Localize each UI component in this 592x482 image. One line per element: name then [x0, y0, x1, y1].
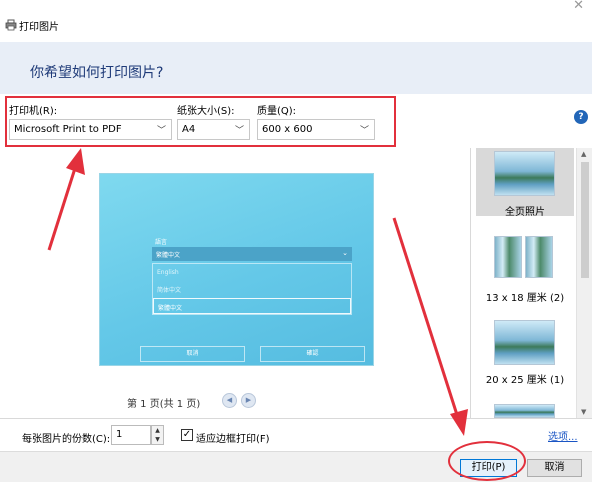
- dialog-header: 你希望如何打印图片?: [0, 42, 592, 94]
- preview-list-item: English: [157, 269, 179, 276]
- thumbnail-label: 全页照片: [505, 207, 545, 218]
- chevron-down-icon: ⌄: [342, 249, 348, 257]
- close-icon[interactable]: ✕: [573, 0, 584, 13]
- preview-language-list: English 简体中文 繁體中文: [152, 263, 352, 315]
- fit-to-frame-checkbox[interactable]: ✓: [181, 429, 193, 441]
- preview-cancel-button: 取消: [140, 346, 245, 362]
- thumbnail-label: 20 x 25 厘米 (1): [485, 375, 565, 386]
- preview-ok-button: 確認: [260, 346, 365, 362]
- preview-language-dropdown: 繁體中文 ⌄: [152, 247, 352, 261]
- cancel-button[interactable]: 取消: [527, 459, 582, 477]
- header-question: 你希望如何打印图片?: [30, 65, 164, 81]
- medium-photo-thumbnail[interactable]: [494, 320, 555, 365]
- thumbnail-label: 13 x 18 厘米 (2): [485, 293, 565, 304]
- increment-icon[interactable]: ▲: [152, 426, 163, 435]
- next-layout-thumbnail[interactable]: [494, 404, 555, 418]
- scroll-up-icon[interactable]: ▲: [581, 150, 586, 158]
- fit-to-frame-label: 适应边框打印(F): [196, 434, 270, 445]
- copies-input[interactable]: 1: [111, 425, 151, 445]
- full-page-photo-thumbnail[interactable]: [494, 151, 555, 196]
- thumbnail-scrollbar[interactable]: ▲ ▼: [576, 148, 592, 418]
- decrement-icon[interactable]: ▼: [152, 435, 163, 444]
- divider: [0, 418, 592, 419]
- scrollbar-thumb[interactable]: [581, 162, 589, 278]
- preview-language-label: 語言: [155, 239, 168, 246]
- small-photo-thumbnail[interactable]: [525, 236, 553, 278]
- annotation-circle: [448, 441, 526, 481]
- preview-dropdown-value: 繁體中文: [156, 252, 181, 259]
- scroll-down-icon[interactable]: ▼: [581, 408, 586, 416]
- printer-icon: [5, 19, 17, 31]
- previous-page-icon[interactable]: ◀: [222, 393, 237, 408]
- title-bar: 打印图片 ✕: [0, 0, 592, 42]
- copies-label: 每张图片的份数(C):: [22, 434, 111, 445]
- small-photo-thumbnail[interactable]: [494, 236, 522, 278]
- page-indicator: 第 1 页(共 1 页): [127, 399, 201, 410]
- copies-stepper[interactable]: ▲ ▼: [151, 425, 164, 445]
- options-link[interactable]: 选项...: [548, 428, 578, 443]
- next-page-icon[interactable]: ▶: [241, 393, 256, 408]
- print-preview-image: 語言 繁體中文 ⌄ English 简体中文 繁體中文 取消 確認: [99, 173, 374, 366]
- preview-list-item: 简体中文: [157, 287, 182, 294]
- preview-list-item-selected: 繁體中文: [153, 298, 351, 314]
- help-icon[interactable]: ?: [574, 110, 588, 124]
- annotation-highlight-box: [5, 96, 396, 147]
- window-title: 打印图片: [19, 22, 59, 33]
